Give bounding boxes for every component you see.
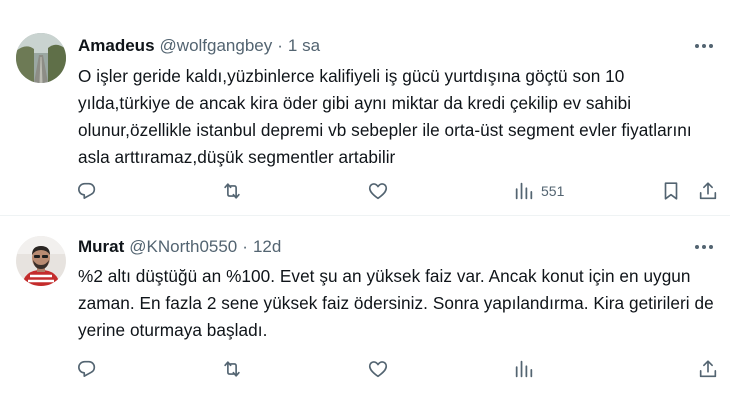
reply-icon xyxy=(78,360,96,377)
views-button[interactable]: 551 xyxy=(513,178,564,204)
like-icon xyxy=(368,361,388,378)
like-button[interactable] xyxy=(367,356,389,382)
tweet[interactable]: Amadeus @wolfgangbey · 1 sa O işler geri… xyxy=(0,0,730,216)
views-icon xyxy=(515,360,533,378)
timestamp[interactable]: 1 sa xyxy=(288,36,320,56)
separator: · xyxy=(277,36,283,55)
more-icon[interactable] xyxy=(692,237,716,257)
retweet-icon xyxy=(224,183,240,199)
like-button[interactable] xyxy=(367,178,389,204)
share-icon xyxy=(699,360,717,378)
handle[interactable]: @KNorth0550 xyxy=(129,237,237,257)
more-icon[interactable] xyxy=(692,36,716,56)
avatar[interactable] xyxy=(16,236,66,286)
share-icon xyxy=(699,182,717,200)
tweet-header: Amadeus @wolfgangbey · 1 sa xyxy=(78,34,320,58)
reply-button[interactable] xyxy=(76,178,98,204)
display-name[interactable]: Murat xyxy=(78,237,124,257)
retweet-icon xyxy=(224,361,240,377)
avatar[interactable] xyxy=(16,33,66,83)
share-button[interactable] xyxy=(697,178,719,204)
tweet-text: %2 altı düştüğü an %100. Evet şu an yüks… xyxy=(78,266,714,340)
timestamp[interactable]: 12d xyxy=(253,237,281,257)
tweet-actions xyxy=(0,356,730,382)
display-name[interactable]: Amadeus xyxy=(78,36,155,56)
tweet-actions: 551 xyxy=(0,178,730,204)
tweet[interactable]: Murat @KNorth0550 · 12d %2 altı düştüğü … xyxy=(0,216,730,420)
views-button[interactable] xyxy=(513,356,541,382)
tweet-text: O işler geride kaldı,yüzbinlerce kalifiy… xyxy=(78,66,692,167)
reply-button[interactable] xyxy=(76,356,98,382)
bookmark-button[interactable] xyxy=(660,178,682,204)
separator: · xyxy=(242,237,248,256)
handle[interactable]: @wolfgangbey xyxy=(160,36,273,56)
retweet-button[interactable] xyxy=(221,356,243,382)
retweet-button[interactable] xyxy=(221,178,243,204)
reply-icon xyxy=(78,182,96,199)
views-icon xyxy=(515,182,533,200)
tweet-header: Murat @KNorth0550 · 12d xyxy=(78,235,281,259)
like-icon xyxy=(368,183,388,200)
bookmark-icon xyxy=(664,182,678,200)
share-button[interactable] xyxy=(697,356,719,382)
views-count: 551 xyxy=(541,183,565,199)
